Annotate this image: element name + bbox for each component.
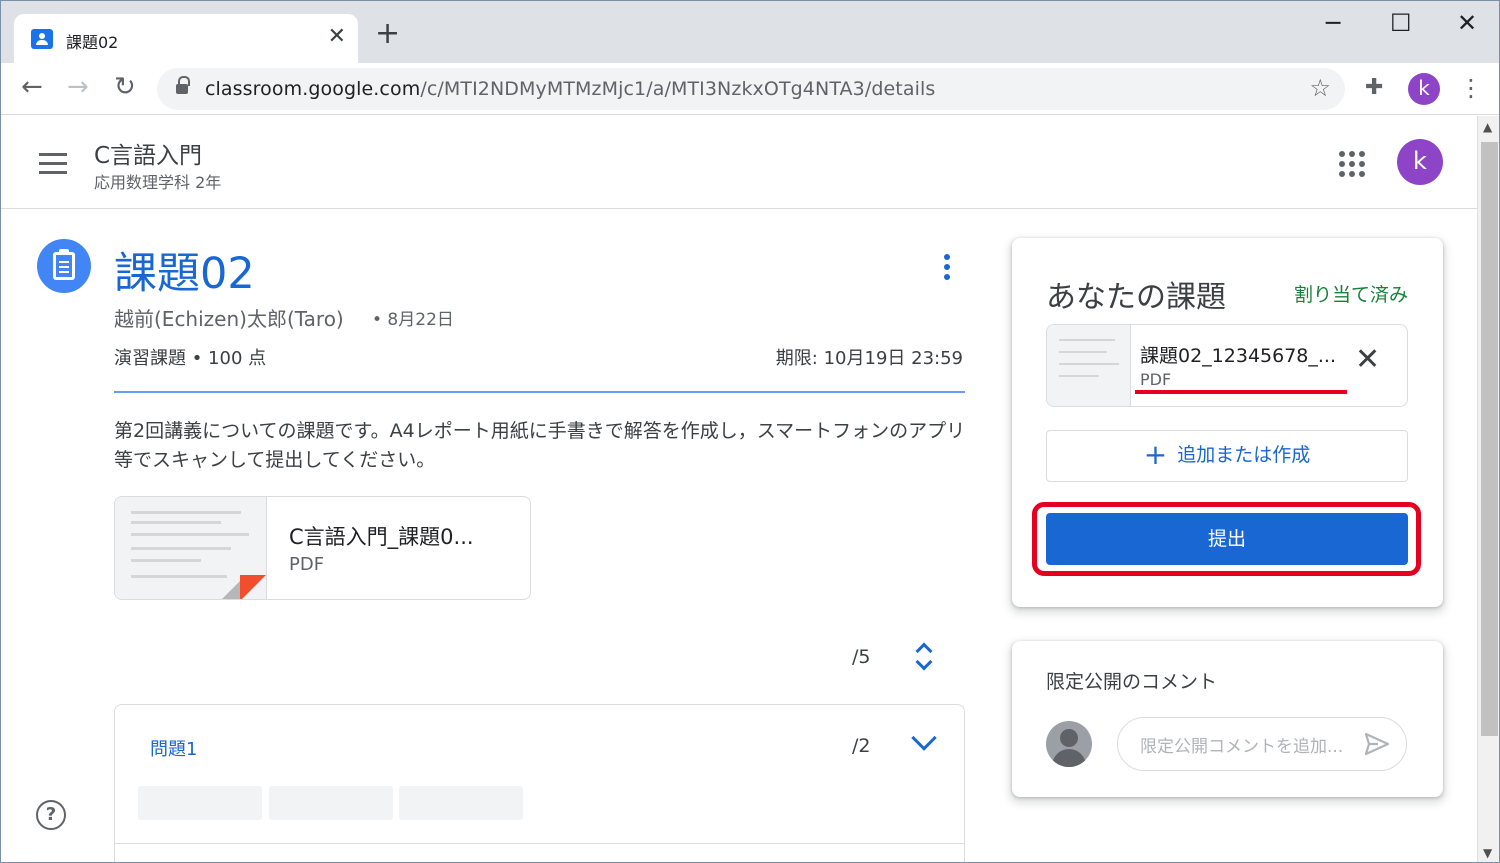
assignment-posted-date: • 8月22日 [372, 310, 454, 330]
question-label: 問題1 [150, 739, 198, 760]
title-divider [114, 391, 965, 393]
chevron-down-icon[interactable] [911, 725, 937, 751]
class-section: 応用数理学科 2年 [94, 173, 222, 192]
question-card: 問題1 /2 [114, 704, 965, 862]
assignment-clipboard-icon [37, 239, 91, 293]
forward-arrow-icon[interactable]: → [67, 72, 89, 102]
attachment-name: C言語入門_課題0... [289, 525, 474, 549]
expand-collapse-all-icon[interactable] [914, 641, 934, 671]
plus-icon: + [1143, 438, 1168, 471]
rubric-placeholder [138, 786, 262, 820]
tab-strip: 課題02 ✕ + ─ ☐ ✕ [1, 1, 1499, 64]
url-text[interactable]: classroom.google.com/c/MTI2NDMyMTMzMjc1/… [205, 78, 935, 100]
assignment-description: 第2回講義についての課題です。A4レポート用紙に手書きで解答を作成し，スマートフ… [114, 420, 966, 471]
browser-toolbar: ← → ↻ classroom.google.com/c/MTI2NDMyMTM… [1, 63, 1499, 115]
rubric-placeholder [269, 786, 393, 820]
tab-assignment[interactable]: 課題02 ✕ [14, 14, 358, 64]
attachment-card[interactable]: C言語入門_課題0... PDF [114, 496, 531, 600]
google-apps-grid-icon[interactable] [1339, 151, 1365, 177]
add-or-create-label: 追加または作成 [1177, 444, 1311, 466]
help-icon[interactable]: ? [36, 800, 66, 830]
reload-icon[interactable]: ↻ [114, 72, 136, 102]
lock-icon[interactable] [176, 76, 190, 95]
browser-menu-icon[interactable]: ⋮ [1459, 74, 1483, 102]
add-or-create-button[interactable]: + 追加または作成 [1046, 430, 1408, 482]
file-thumbnail [1047, 325, 1131, 406]
pdf-corner-icon [240, 575, 266, 599]
extensions-puzzle-icon[interactable]: ✚ [1365, 75, 1383, 100]
question-divider [115, 843, 964, 844]
private-comments-card: 限定公開のコメント 限定公開コメントを追加... [1012, 641, 1443, 797]
scroll-up-arrow-icon[interactable]: ▲ [1483, 120, 1492, 134]
private-comment-input[interactable]: 限定公開コメントを追加... [1117, 717, 1407, 771]
bookmark-star-icon[interactable]: ☆ [1309, 74, 1331, 102]
address-bar[interactable]: classroom.google.com/c/MTI2NDMyMTMzMjc1/… [157, 68, 1345, 110]
comment-placeholder: 限定公開コメントを追加... [1140, 737, 1344, 757]
hamburger-menu-icon[interactable] [39, 153, 67, 180]
attachment-type: PDF [289, 554, 325, 575]
attached-file[interactable]: 課題02_12345678_... PDF ✕ [1046, 324, 1408, 407]
submit-button[interactable]: 提出 [1046, 513, 1408, 565]
assignment-due-date: 期限: 10月19日 23:59 [775, 348, 963, 369]
rubric-placeholder [399, 786, 523, 820]
class-name-link[interactable]: C言語入門 [94, 136, 202, 170]
red-underline-annotation [1135, 390, 1347, 394]
minimize-button[interactable]: ─ [1326, 9, 1340, 37]
send-icon[interactable] [1364, 732, 1390, 756]
classroom-favicon-icon [31, 29, 53, 49]
user-avatar-icon [1046, 721, 1092, 767]
assignment-title: 課題02 [114, 249, 255, 299]
tab-title: 課題02 [66, 33, 119, 52]
page-scrollbar[interactable]: ▲ ▼ [1477, 116, 1499, 862]
account-avatar[interactable]: k [1397, 139, 1443, 185]
pdf-thumbnail [115, 497, 267, 599]
tab-close-icon[interactable]: ✕ [328, 24, 346, 49]
assignment-author: 越前(Echizen)太郎(Taro) [114, 307, 344, 331]
remove-file-icon[interactable]: ✕ [1355, 345, 1380, 375]
assignment-points: 演習課題 • 100 点 [114, 348, 267, 369]
maximize-button[interactable]: ☐ [1390, 9, 1412, 37]
browser-window: 課題02 ✕ + ─ ☐ ✕ ← → ↻ classroom.google.co… [0, 0, 1500, 863]
more-options-icon[interactable] [944, 254, 950, 284]
url-path: /c/MTI2NDMyMTMzMjc1/a/MTI3NzkxOTg4NTA3/d… [420, 78, 936, 100]
total-score: /5 [852, 646, 871, 668]
private-comments-title: 限定公開のコメント [1046, 671, 1218, 693]
window-close-button[interactable]: ✕ [1457, 9, 1477, 37]
work-status-badge: 割り当て済み [1293, 284, 1408, 306]
back-arrow-icon[interactable]: ← [21, 72, 43, 102]
classroom-header: C言語入門 応用数理学科 2年 k [1, 116, 1477, 209]
scroll-down-arrow-icon[interactable]: ▼ [1483, 846, 1492, 860]
scroll-thumb[interactable] [1481, 142, 1498, 736]
file-type: PDF [1140, 370, 1172, 389]
new-tab-button[interactable]: + [375, 19, 400, 49]
question-score: /2 [852, 735, 871, 757]
your-work-title: あなたの課題 [1046, 280, 1226, 315]
file-name: 課題02_12345678_... [1140, 345, 1337, 367]
browser-profile-avatar[interactable]: k [1408, 73, 1440, 105]
url-host: classroom.google.com [205, 78, 421, 100]
your-work-card: あなたの課題 割り当て済み 課題02_12345678_... PDF ✕ + 追… [1012, 238, 1443, 607]
